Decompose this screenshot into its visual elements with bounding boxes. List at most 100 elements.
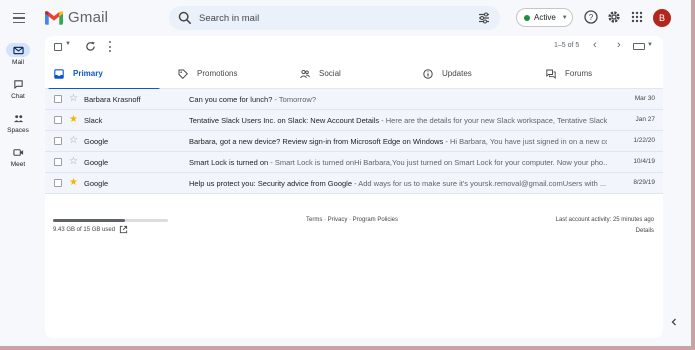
email-snippet: - Smart Lock is turned onHi Barbara,You … xyxy=(268,158,607,167)
tab-label: Social xyxy=(319,69,341,78)
window-frame-edge xyxy=(691,0,695,350)
storage-bar-fill xyxy=(53,219,126,222)
email-list: ☆ Barbara Krasnoff Can you come for lunch?… xyxy=(45,89,663,194)
storage-bar xyxy=(53,219,168,222)
details-link[interactable]: Details xyxy=(636,228,654,234)
rail-pill xyxy=(6,145,30,159)
chat-icon xyxy=(13,79,23,89)
row-checkbox[interactable] xyxy=(54,116,62,124)
email-subject: Barbara, got a new device? Review sign-i… xyxy=(189,137,444,146)
star-icon[interactable]: ☆ xyxy=(69,156,78,168)
email-snippet: - Add ways for us to make sure it's your… xyxy=(352,179,607,188)
email-subject: Tentative Slack Users Inc. on Slack: New… xyxy=(189,116,380,125)
open-in-new-icon[interactable] xyxy=(119,225,128,234)
info-icon xyxy=(423,68,433,79)
search-options-icon[interactable] xyxy=(478,12,490,24)
forum-icon xyxy=(546,69,556,79)
footer-policy-links[interactable]: Terms · Privacy · Program Policies xyxy=(306,217,398,223)
star-icon[interactable]: ☆ xyxy=(69,93,78,105)
rail-item-spaces[interactable]: Spaces xyxy=(0,111,36,134)
email-subject: Help us protect you: Security advice fro… xyxy=(189,179,352,188)
help-icon[interactable]: ? xyxy=(584,10,598,24)
row-checkbox[interactable] xyxy=(54,95,62,103)
app-name: Gmail xyxy=(68,9,109,26)
tab-primary[interactable]: Primary xyxy=(45,58,168,90)
tab-social[interactable]: Social xyxy=(291,58,414,89)
star-icon[interactable]: ★ xyxy=(69,114,78,126)
spaces-icon xyxy=(13,114,23,122)
email-preview: Can you come for lunch? - Tomorrow? xyxy=(189,95,607,104)
svg-text:?: ? xyxy=(589,13,594,22)
email-row[interactable]: ☆ Barbara Krasnoff Can you come for lunch?… xyxy=(45,89,663,110)
email-row[interactable]: ★ Slack Tentative Slack Users Inc. on Slac… xyxy=(45,110,663,131)
email-date: 8/29/19 xyxy=(633,179,655,186)
email-row[interactable]: ★ Google Help us protect you: Security adv… xyxy=(45,173,663,194)
inbox-icon xyxy=(54,68,64,79)
gear-icon[interactable] xyxy=(607,10,621,24)
tab-label: Promotions xyxy=(197,69,238,78)
tab-forums[interactable]: Forums xyxy=(537,58,660,89)
tag-icon xyxy=(178,69,188,79)
status-dot xyxy=(524,14,530,21)
email-sender: Barbara Krasnoff xyxy=(84,95,141,104)
density-toggle-icon[interactable] xyxy=(633,43,645,50)
email-subject: Can you come for lunch? xyxy=(189,95,273,104)
email-sender: Slack xyxy=(84,116,103,125)
email-preview: Help us protect you: Security advice fro… xyxy=(189,179,607,188)
mail-panel: ▼ 1–5 of 5 ‹ › ▼ Primary Promotions Soci… xyxy=(45,36,663,338)
email-sender: Google xyxy=(84,158,109,167)
rail-item-chat[interactable]: Chat xyxy=(0,77,36,100)
row-checkbox[interactable] xyxy=(54,179,62,187)
window-frame-edge xyxy=(0,346,695,350)
tab-label: Forums xyxy=(565,69,593,78)
rail-pill xyxy=(6,43,30,57)
star-icon[interactable]: ☆ xyxy=(69,135,78,147)
email-sender: Google xyxy=(84,137,109,146)
meet-icon xyxy=(12,148,23,156)
refresh-icon[interactable] xyxy=(85,41,96,52)
rail-item-label: Mail xyxy=(12,59,24,66)
newer-page-icon[interactable]: › xyxy=(617,40,621,51)
rail-item-mail[interactable]: Mail xyxy=(0,43,36,66)
tab-label: Primary xyxy=(73,69,103,78)
email-sender: Google xyxy=(84,179,109,188)
chevron-down-icon[interactable]: ▼ xyxy=(65,41,71,47)
chevron-down-icon[interactable]: ▼ xyxy=(647,42,653,48)
star-icon[interactable]: ★ xyxy=(69,177,78,189)
email-preview: Barbara, got a new device? Review sign-i… xyxy=(189,137,607,146)
rail-item-meet[interactable]: Meet xyxy=(0,145,36,168)
search-input[interactable] xyxy=(199,6,469,30)
rail-item-label: Chat xyxy=(11,93,25,100)
email-subject: Smart Lock is turned on xyxy=(189,158,269,167)
email-snippet: - Tomorrow? xyxy=(272,95,317,104)
mail-icon xyxy=(12,46,24,54)
email-date: Jan 27 xyxy=(635,116,655,123)
collapse-side-panel-button[interactable] xyxy=(666,314,682,330)
email-row[interactable]: ☆ Google Barbara, got a new device? Review… xyxy=(45,131,663,152)
tab-label: Updates xyxy=(442,69,472,78)
older-page-icon[interactable]: ‹ xyxy=(593,40,597,51)
more-options-icon[interactable] xyxy=(108,41,112,52)
status-selector[interactable]: Active ▼ xyxy=(516,8,573,27)
chevron-down-icon: ▼ xyxy=(561,14,568,21)
hamburger-menu-icon[interactable] xyxy=(8,8,30,28)
email-preview: Tentative Slack Users Inc. on Slack: New… xyxy=(189,116,607,125)
people-icon xyxy=(300,69,310,78)
avatar[interactable]: B xyxy=(653,9,671,27)
row-checkbox[interactable] xyxy=(54,137,62,145)
email-row[interactable]: ☆ Google Smart Lock is turned on - Smart L… xyxy=(45,152,663,173)
email-snippet: - Hi Barbara, You have just signed in on… xyxy=(443,137,607,146)
select-all-checkbox[interactable] xyxy=(54,43,62,51)
search-bar[interactable] xyxy=(169,6,500,30)
gmail-m-icon xyxy=(45,10,63,25)
apps-grid-icon[interactable] xyxy=(630,10,644,24)
tab-promotions[interactable]: Promotions xyxy=(169,58,291,89)
last-activity-text: Last account activity: 25 minutes ago xyxy=(555,217,654,223)
email-date: 10/4/19 xyxy=(633,158,655,165)
row-checkbox[interactable] xyxy=(54,158,62,166)
storage-usage-text: 9.43 GB of 15 GB used xyxy=(53,227,116,233)
search-icon[interactable] xyxy=(178,11,192,25)
rail-item-label: Spaces xyxy=(7,127,29,134)
gmail-logo[interactable]: Gmail xyxy=(45,9,108,26)
tab-updates[interactable]: Updates xyxy=(414,58,537,89)
